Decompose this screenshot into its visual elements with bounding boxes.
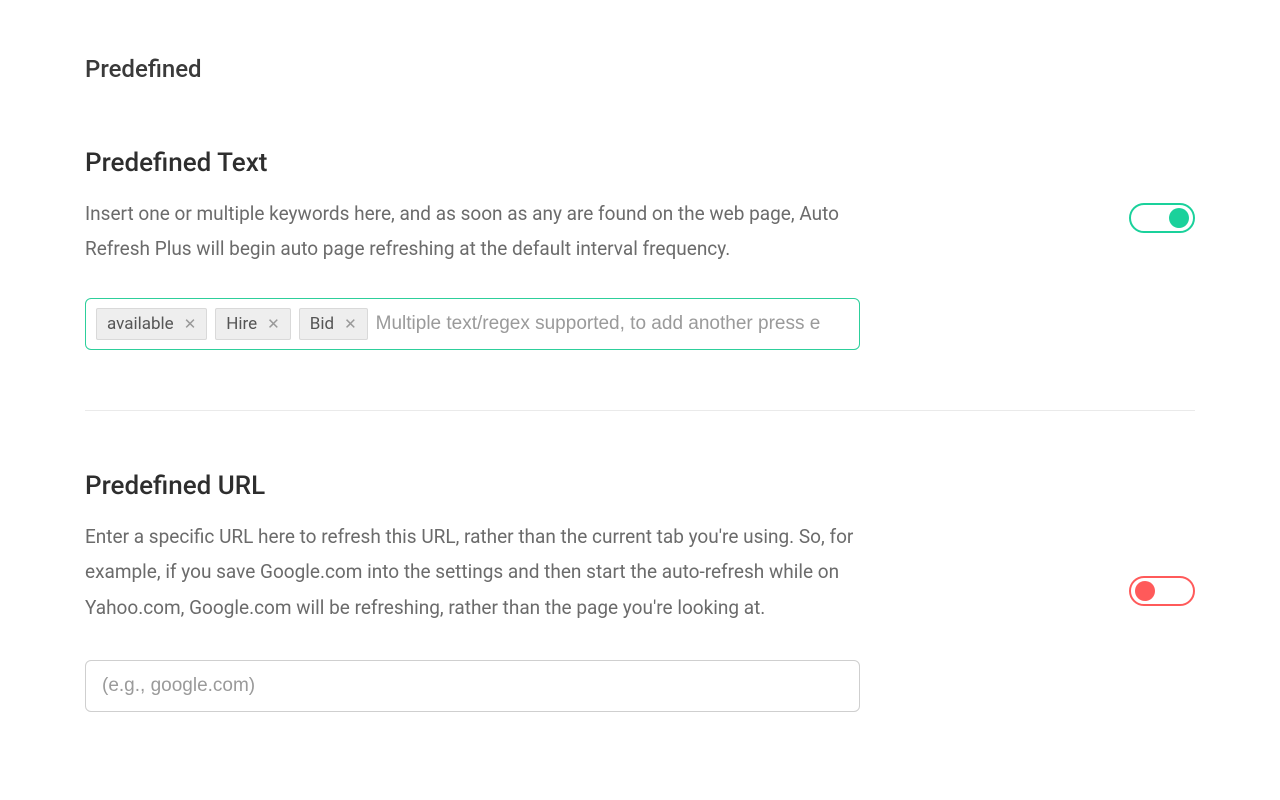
toggle-knob-icon <box>1135 581 1155 601</box>
predefined-text-header: Predefined Text Insert one or multiple k… <box>85 148 1195 266</box>
predefined-url-field[interactable] <box>85 660 860 712</box>
predefined-text-tag-input[interactable]: available ✕ Hire ✕ Bid ✕ <box>85 298 860 350</box>
section-divider <box>85 410 1195 411</box>
predefined-url-title: Predefined URL <box>85 471 875 501</box>
tag-label: available <box>107 314 174 334</box>
tag-remove-icon[interactable]: ✕ <box>184 317 197 332</box>
tag-remove-icon[interactable]: ✕ <box>267 317 280 332</box>
predefined-url-description: Enter a specific URL here to refresh thi… <box>85 519 875 624</box>
tag-label: Hire <box>226 314 257 334</box>
predefined-url-section: Predefined URL Enter a specific URL here… <box>85 471 1195 711</box>
toggle-knob-icon <box>1169 208 1189 228</box>
page-title: Predefined <box>85 55 1195 83</box>
predefined-url-header: Predefined URL Enter a specific URL here… <box>85 471 1195 624</box>
predefined-text-description: Insert one or multiple keywords here, an… <box>85 196 875 266</box>
tag-remove-icon[interactable]: ✕ <box>344 317 357 332</box>
tag-item: Bid ✕ <box>299 308 368 340</box>
predefined-url-textblock: Predefined URL Enter a specific URL here… <box>85 471 875 624</box>
tag-text-field[interactable] <box>376 313 849 335</box>
predefined-text-toggle[interactable] <box>1129 203 1195 233</box>
predefined-text-textblock: Predefined Text Insert one or multiple k… <box>85 148 875 266</box>
tag-item: available ✕ <box>96 308 207 340</box>
predefined-text-title: Predefined Text <box>85 148 875 178</box>
tag-label: Bid <box>310 314 334 334</box>
predefined-url-toggle[interactable] <box>1129 576 1195 606</box>
tag-item: Hire ✕ <box>215 308 290 340</box>
predefined-text-section: Predefined Text Insert one or multiple k… <box>85 148 1195 350</box>
